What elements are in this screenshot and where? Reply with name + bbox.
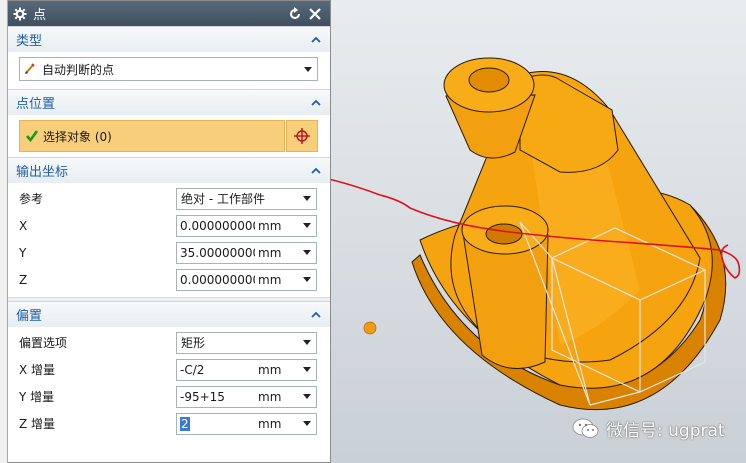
collapse-icon[interactable] [310, 309, 322, 321]
z-label: Z [19, 272, 28, 287]
left-toolbar-edge [0, 0, 8, 463]
y-label: Y [19, 245, 27, 260]
section-type-title: 类型 [16, 34, 43, 49]
y-unit: mm [258, 245, 282, 260]
point-constructor-icon[interactable] [286, 120, 318, 152]
close-icon[interactable] [306, 5, 324, 23]
watermark-text: 微信号: ugprat [606, 421, 725, 441]
dialog-title: 点 [33, 8, 47, 23]
offset-option-dropdown[interactable]: 矩形 [176, 331, 317, 354]
dropdown-arrow-icon[interactable] [298, 340, 316, 345]
y-coordinate-field[interactable]: 35.000000000 mm [176, 241, 317, 264]
watermark: 微信号: ugprat [572, 416, 725, 441]
pencil-icon [20, 63, 38, 75]
dropdown-arrow-icon[interactable] [299, 66, 317, 72]
type-dropdown[interactable]: 自动判断的点 [19, 57, 318, 81]
dropdown-arrow-icon[interactable] [298, 367, 316, 372]
x-label: X [19, 218, 28, 233]
collapse-icon[interactable] [310, 97, 322, 109]
dropdown-arrow-icon[interactable] [298, 250, 316, 255]
y-increment-label: Y 增量 [19, 390, 55, 404]
section-output-coords-title: 输出坐标 [16, 165, 69, 180]
wechat-icon [572, 417, 600, 441]
checkmark-icon [25, 129, 39, 143]
type-value: 自动判断的点 [42, 62, 115, 77]
section-offset-title: 偏置 [16, 309, 43, 324]
z-increment-label: Z 增量 [19, 417, 56, 431]
x-increment-value[interactable]: -C/2 [177, 363, 255, 377]
x-coordinate-field[interactable]: 0.0000000000 mm [176, 214, 317, 237]
z-unit: mm [258, 272, 282, 287]
z-increment-selected-text[interactable]: 2 [180, 416, 190, 431]
y-value[interactable]: 35.000000000 [177, 246, 255, 260]
section-output-coords-header[interactable]: 输出坐标 [7, 157, 330, 183]
reference-label: 参考 [19, 192, 44, 206]
x-increment-label: X 增量 [19, 363, 56, 377]
collapse-icon[interactable] [310, 34, 322, 46]
y-increment-field[interactable]: -95+15 mm [176, 385, 317, 408]
x-value[interactable]: 0.0000000000 [177, 219, 255, 233]
dropdown-arrow-icon[interactable] [298, 196, 316, 201]
section-type-header[interactable]: 类型 [7, 26, 330, 52]
y-increment-value[interactable]: -95+15 [177, 390, 255, 404]
offset-option-label: 偏置选项 [19, 336, 68, 350]
dropdown-arrow-icon[interactable] [298, 394, 316, 399]
x-increment-unit: mm [258, 362, 282, 377]
z-increment-unit: mm [258, 416, 282, 431]
point-dialog: 点 类型 自动判断的点 点位置 选择对象 (0) 输出坐标 参考 绝对 - 工作… [6, 0, 331, 463]
point-marker [363, 321, 377, 335]
dropdown-arrow-icon[interactable] [298, 277, 316, 282]
z-coordinate-field[interactable]: 0.0000000000 mm [176, 268, 317, 291]
select-object-label: 选择对象 (0) [43, 129, 112, 144]
y-increment-unit: mm [258, 389, 282, 404]
z-increment-value[interactable]: 2 [177, 416, 255, 431]
collapse-icon[interactable] [310, 165, 322, 177]
dialog-titlebar[interactable]: 点 [7, 1, 330, 26]
section-offset-header[interactable]: 偏置 [7, 301, 330, 327]
section-point-location-header[interactable]: 点位置 [7, 89, 330, 115]
dropdown-arrow-icon[interactable] [298, 421, 316, 426]
gear-icon[interactable] [13, 7, 27, 21]
section-point-location-title: 点位置 [16, 97, 56, 112]
offset-option-value: 矩形 [181, 336, 206, 350]
reset-icon[interactable] [286, 5, 304, 23]
reference-value: 绝对 - 工作部件 [181, 192, 265, 206]
select-object-button[interactable]: 选择对象 (0) [19, 120, 285, 152]
dropdown-arrow-icon[interactable] [298, 223, 316, 228]
reference-dropdown[interactable]: 绝对 - 工作部件 [176, 187, 317, 210]
x-increment-field[interactable]: -C/2 mm [176, 358, 317, 381]
z-value[interactable]: 0.0000000000 [177, 273, 255, 287]
x-unit: mm [258, 218, 282, 233]
z-increment-field[interactable]: 2 mm [176, 412, 317, 435]
